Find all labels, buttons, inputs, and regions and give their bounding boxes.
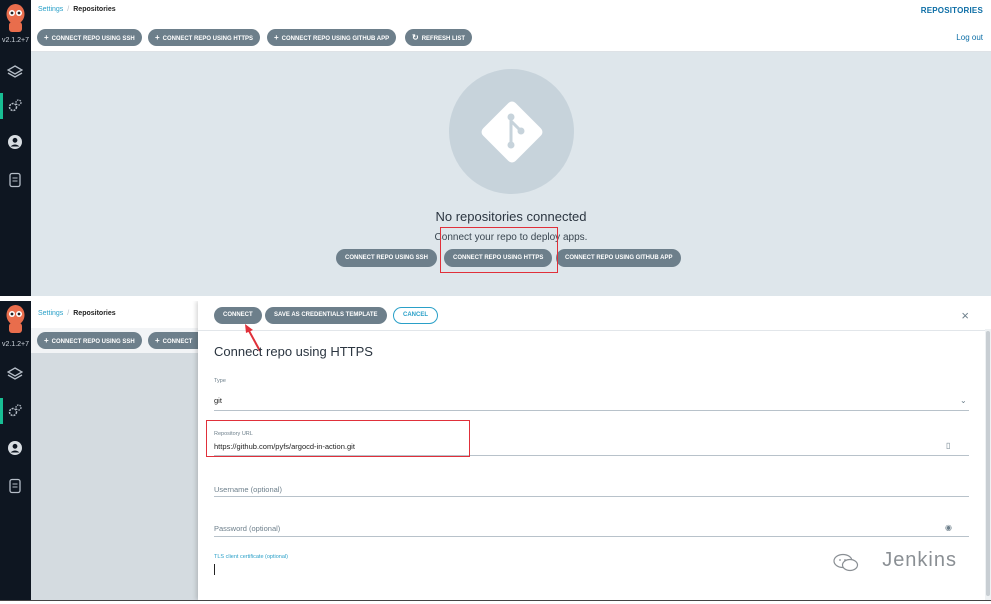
clipboard-icon[interactable]: ▯ xyxy=(946,441,950,450)
refresh-icon: ↻ xyxy=(412,33,419,42)
watermark-text: Jenkins xyxy=(882,549,957,571)
wechat-icon xyxy=(833,553,859,572)
breadcrumb-separator: / xyxy=(67,310,70,317)
connect-github-app-label: CONNECT REPO USING GITHUB APP xyxy=(281,36,390,42)
username-underline xyxy=(214,496,969,497)
save-credentials-template-button[interactable]: SAVE AS CREDENTIALS TEMPLATE xyxy=(265,307,387,324)
highlight-box xyxy=(206,420,470,457)
version-label: v2.1.2+7 xyxy=(1,341,30,348)
breadcrumb-separator: / xyxy=(67,6,70,13)
type-label: Type xyxy=(214,378,226,384)
connect-button[interactable]: CONNECT xyxy=(214,307,262,324)
chevron-down-icon[interactable]: ⌄ xyxy=(960,396,967,405)
bottom-screenshot: v2.1.2+7 Settings / Repositories + CONNECT … xyxy=(0,301,991,600)
tls-client-certificate-label: TLS client certificate (optional) xyxy=(214,554,288,560)
plus-icon: + xyxy=(44,336,49,345)
breadcrumb-current: Repositories xyxy=(73,6,116,13)
logout-link[interactable]: Log out xyxy=(956,33,983,42)
refresh-list-label: REFRESH LIST xyxy=(421,36,466,42)
gears-icon[interactable] xyxy=(5,401,25,421)
tls-client-certificate-input[interactable] xyxy=(214,564,215,575)
password-underline xyxy=(214,536,969,537)
breadcrumb-current: Repositories xyxy=(73,310,116,317)
dimmed-background xyxy=(31,353,198,600)
user-icon[interactable] xyxy=(5,438,25,458)
connect-https-button-partial[interactable]: + CONNECT xyxy=(148,332,200,349)
connect-ssh-button[interactable]: + CONNECT REPO USING SSH xyxy=(37,29,142,46)
username-input[interactable]: Username (optional) xyxy=(214,485,282,494)
sidebar: v2.1.2+7 xyxy=(0,301,31,600)
connect-https-button[interactable]: + CONNECT REPO USING HTTPS xyxy=(148,29,261,46)
bottom-edge xyxy=(0,600,991,604)
scrollbar-thumb[interactable] xyxy=(986,331,990,596)
layers-icon[interactable] xyxy=(5,364,25,384)
git-branch-icon xyxy=(507,113,525,149)
type-underline xyxy=(214,410,969,411)
breadcrumb-settings[interactable]: Settings xyxy=(38,6,63,13)
argo-logo xyxy=(6,4,25,32)
eye-icon[interactable]: ◉ xyxy=(945,523,952,532)
empty-state-title: No repositories connected xyxy=(435,209,587,224)
nav-active-indicator xyxy=(0,93,3,119)
gears-icon[interactable] xyxy=(5,96,25,116)
empty-connect-github-app-button[interactable]: CONNECT REPO USING GITHUB APP xyxy=(556,249,682,267)
breadcrumb: Settings / Repositories xyxy=(38,310,116,317)
connect-https-label: CONNECT REPO USING HTTPS xyxy=(162,36,254,42)
close-icon[interactable]: × xyxy=(961,308,969,323)
breadcrumb: Settings / Repositories xyxy=(38,6,116,13)
toolbar: + CONNECT REPO USING SSH + CONNECT REPO US… xyxy=(31,25,991,52)
layers-icon[interactable] xyxy=(5,62,25,82)
connect-ssh-label: CONNECT REPO USING SSH xyxy=(51,339,135,345)
connect-repo-panel: CONNECT SAVE AS CREDENTIALS TEMPLATE CAN… xyxy=(198,301,991,600)
plus-icon: + xyxy=(155,33,160,42)
highlight-box xyxy=(440,227,558,273)
user-icon[interactable] xyxy=(5,132,25,152)
plus-icon: + xyxy=(44,33,49,42)
type-select[interactable]: git xyxy=(214,396,222,405)
breadcrumb-settings[interactable]: Settings xyxy=(38,310,63,317)
top-bar-dimmed: Settings / Repositories xyxy=(31,301,198,328)
page-title: REPOSITORIES xyxy=(920,6,983,15)
top-bar: Settings / Repositories REPOSITORIES xyxy=(31,0,991,25)
sidebar: v2.1.2+7 xyxy=(0,0,31,296)
connect-github-app-button[interactable]: + CONNECT REPO USING GITHUB APP xyxy=(267,29,397,46)
argo-logo xyxy=(6,305,25,333)
connect-ssh-label: CONNECT REPO USING SSH xyxy=(51,36,135,42)
plus-icon: + xyxy=(274,33,279,42)
plus-icon: + xyxy=(155,336,160,345)
nav-active-indicator xyxy=(0,398,3,424)
cancel-button[interactable]: CANCEL xyxy=(393,307,438,324)
docs-icon[interactable] xyxy=(5,476,25,496)
refresh-list-button[interactable]: ↻ REFRESH LIST xyxy=(405,29,473,46)
empty-state-area: No repositories connected Connect your r… xyxy=(31,52,991,296)
top-screenshot: v2.1.2+7 Settings / Repositories REPOSITOR… xyxy=(0,0,991,296)
empty-connect-ssh-button[interactable]: CONNECT REPO USING SSH xyxy=(336,249,438,267)
connect-https-label-partial: CONNECT xyxy=(162,339,193,345)
toolbar-dimmed: + CONNECT REPO USING SSH + CONNECT xyxy=(31,328,200,353)
docs-icon[interactable] xyxy=(5,170,25,190)
git-logo-circle xyxy=(449,69,574,194)
password-input[interactable]: Password (optional) xyxy=(214,524,280,533)
panel-header: CONNECT SAVE AS CREDENTIALS TEMPLATE CAN… xyxy=(198,301,991,331)
version-label: v2.1.2+7 xyxy=(1,37,30,44)
panel-title: Connect repo using HTTPS xyxy=(214,344,373,359)
connect-ssh-button[interactable]: + CONNECT REPO USING SSH xyxy=(37,332,142,349)
